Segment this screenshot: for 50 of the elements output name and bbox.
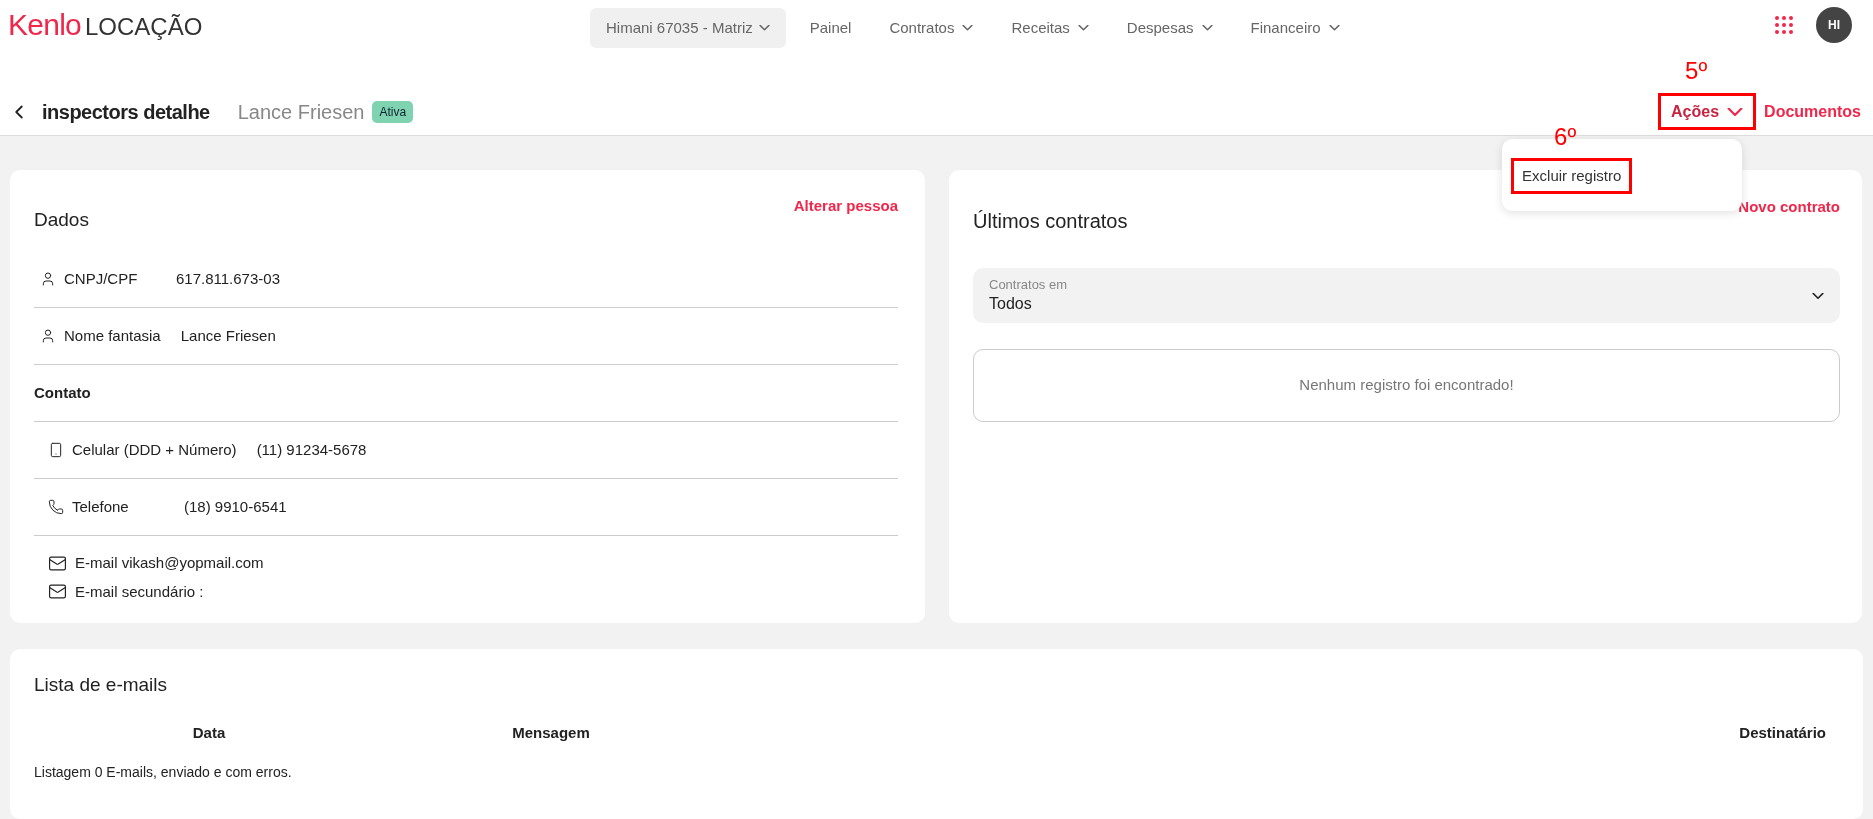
nav-item[interactable]: Receitas (1011, 16, 1089, 40)
email-text: E-mail secundário : (75, 581, 204, 602)
chevron-down-icon (1328, 25, 1340, 31)
nav-item[interactable]: Despesas (1126, 16, 1213, 40)
product-name: LOCAÇÃO (85, 15, 203, 40)
smartphone-icon (48, 442, 64, 458)
change-person-link[interactable]: Alterar pessoa (793, 195, 898, 218)
section-label: Contato (34, 382, 91, 403)
card-title: Dados (34, 208, 89, 232)
listing-summary: Listagem 0 E-mails, enviado e com erros. (34, 763, 293, 782)
nav-item[interactable]: Contratos (889, 16, 974, 40)
step-annotation: 5º (1685, 59, 1708, 84)
field-value: (11) 91234-5678 (256, 439, 367, 460)
step-annotation: 6º (1554, 125, 1577, 150)
documents-link[interactable]: Documentos (1764, 99, 1861, 124)
empty-message: Nenhum registro foi encontrado! (1299, 375, 1514, 396)
field-label: Telefone (72, 496, 130, 517)
record-name: Lance Friesen (237, 99, 365, 125)
nav-item[interactable]: Financeiro (1250, 16, 1340, 40)
contracts-filter-select[interactable]: Contratos em Todos (973, 268, 1840, 323)
chevron-down-icon (962, 25, 974, 31)
menu-item[interactable]: Excluir registro (1511, 158, 1633, 195)
column-header: Data (191, 722, 227, 743)
user-avatar[interactable]: HI (1816, 7, 1852, 44)
page-title: inspectors detalhe (42, 99, 210, 125)
actions-button[interactable]: Ações (1658, 93, 1757, 131)
chevron-down-icon (758, 25, 770, 31)
phone-icon (48, 499, 64, 515)
nav-item[interactable]: Painel (809, 16, 852, 40)
field-value: (18) 9910-6541 (184, 496, 287, 517)
card-title: Últimos contratos (973, 209, 1128, 234)
chevron-down-icon (1727, 107, 1744, 116)
status-badge: Ativa (372, 100, 414, 123)
chevron-down-icon (1812, 292, 1824, 299)
field-label: Celular (DDD + Número) (72, 439, 237, 460)
column-header: Mensagem (511, 722, 591, 743)
column-header: Destinatário (1738, 722, 1826, 743)
branch-selector[interactable]: Himani 67035 - Matriz (590, 8, 786, 48)
person-icon (40, 271, 56, 287)
field-label: Nome fantasia (64, 325, 161, 346)
person-icon (40, 328, 56, 344)
field-label: CNPJ/CPF (64, 268, 139, 289)
card-title: Lista de e-mails (34, 673, 169, 697)
field-value: Lance Friesen (180, 325, 276, 346)
chevron-down-icon (1077, 25, 1089, 31)
brand-logo: Kenlo (8, 10, 81, 41)
email-text: E-mail vikash@yopmail.com (75, 553, 264, 573)
field-value: 617.811.673-03 (176, 268, 280, 289)
chevron-down-icon (1201, 25, 1213, 31)
new-contract-link[interactable]: Novo contrato (1738, 196, 1840, 219)
